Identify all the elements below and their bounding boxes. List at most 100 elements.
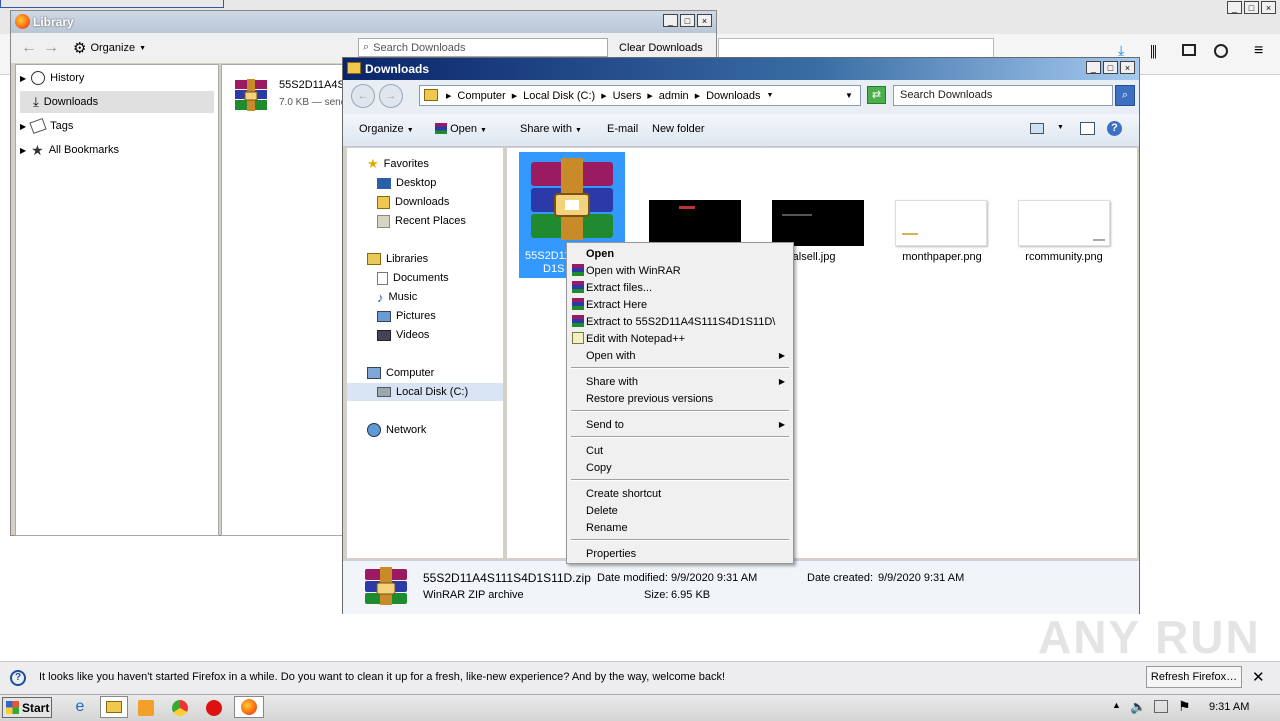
file-name[interactable]: monthpaper.png: [877, 251, 1007, 263]
back-arrow-icon[interactable]: ←: [21, 39, 37, 57]
breadcrumb-downloads[interactable]: Downloads: [706, 90, 760, 102]
breadcrumb-arrow-icon[interactable]: ▶: [695, 92, 700, 100]
nav-libraries[interactable]: Libraries: [367, 250, 428, 268]
minimize-button[interactable]: _: [663, 14, 678, 27]
view-icon[interactable]: [1030, 123, 1044, 134]
download-item-name[interactable]: 55S2D11A4S: [279, 79, 345, 91]
share-with-button[interactable]: Share with ▼: [520, 123, 582, 135]
nav-computer[interactable]: Computer: [367, 364, 434, 382]
nav-network[interactable]: Network: [367, 421, 426, 439]
menu-item-copy[interactable]: Copy: [569, 459, 791, 476]
close-button[interactable]: ×: [1261, 1, 1276, 14]
refresh-firefox-button[interactable]: Refresh Firefox…: [1146, 666, 1242, 688]
breadcrumb-users[interactable]: Users: [613, 90, 642, 102]
file-name[interactable]: rcommunity.png: [999, 251, 1129, 263]
breadcrumb-arrow-icon[interactable]: ▶: [446, 92, 451, 100]
menu-item-share-with[interactable]: Share with ▶: [569, 373, 791, 390]
open-button[interactable]: Open ▼: [435, 123, 487, 135]
library-search-input[interactable]: ⌕ Search Downloads: [358, 38, 608, 57]
menu-item-send-to[interactable]: Send to ▶: [569, 416, 791, 433]
file-item-monthpaper[interactable]: [895, 200, 987, 246]
menu-item-extract-to[interactable]: Extract to 55S2D11A4S111S4D1S11D\: [569, 313, 791, 330]
explorer-search-input[interactable]: Search Downloads: [893, 85, 1113, 106]
nav-favorites[interactable]: ★ Favorites: [367, 155, 429, 173]
minimize-button[interactable]: _: [1227, 1, 1242, 14]
email-button[interactable]: E-mail: [607, 123, 638, 135]
close-button[interactable]: ×: [1120, 61, 1135, 74]
nav-pictures[interactable]: Pictures: [377, 307, 436, 325]
preview-pane-icon[interactable]: [1080, 122, 1095, 135]
address-bar[interactable]: ▶ Computer ▶ Local Disk (C:) ▶ Users ▶ a…: [419, 85, 861, 106]
nav-recent-places[interactable]: Recent Places: [377, 212, 466, 230]
menu-item-open-with-winrar[interactable]: Open with WinRAR: [569, 262, 791, 279]
taskbar-firefox-button[interactable]: [234, 696, 264, 718]
organize-button[interactable]: Organize ▼: [359, 123, 414, 135]
opera-icon[interactable]: [206, 700, 222, 716]
menu-item-open[interactable]: Open: [569, 245, 791, 262]
breadcrumb-arrow-icon[interactable]: ▼: [767, 92, 774, 99]
menu-item-extract-files[interactable]: Extract files...: [569, 279, 791, 296]
internet-explorer-icon[interactable]: e: [70, 698, 90, 718]
nav-downloads[interactable]: Downloads: [377, 193, 449, 211]
menu-item-edit-notepad[interactable]: Edit with Notepad++: [569, 330, 791, 347]
menu-item-create-shortcut[interactable]: Create shortcut: [569, 485, 791, 502]
forward-arrow-icon[interactable]: →: [43, 39, 59, 57]
library-icon[interactable]: ⫼: [1150, 44, 1157, 61]
close-button[interactable]: ×: [697, 14, 712, 27]
file-item-dark-thumbnail[interactable]: [649, 200, 741, 246]
account-icon[interactable]: [1214, 44, 1228, 58]
clear-downloads-button[interactable]: Clear Downloads: [611, 38, 711, 57]
expand-arrow-icon[interactable]: ▶: [20, 146, 26, 155]
breadcrumb-local-disk[interactable]: Local Disk (C:): [523, 90, 595, 102]
media-player-icon[interactable]: [138, 700, 154, 716]
help-icon[interactable]: ?: [1107, 121, 1122, 136]
action-center-flag-icon[interactable]: ⚑: [1178, 698, 1191, 715]
new-folder-button[interactable]: New folder: [652, 123, 705, 135]
file-item-rcommunity[interactable]: [1018, 200, 1110, 246]
menu-item-open-with[interactable]: Open with ▶: [569, 347, 791, 364]
nav-documents[interactable]: Documents: [377, 269, 449, 287]
minimize-button[interactable]: _: [1086, 61, 1101, 74]
volume-icon[interactable]: 🔈: [1130, 699, 1146, 715]
chevron-down-icon[interactable]: ▼: [1057, 124, 1064, 131]
nav-music[interactable]: ♪ Music: [377, 288, 417, 306]
organize-button[interactable]: ⚙ Organize ▼: [73, 39, 146, 57]
breadcrumb-arrow-icon[interactable]: ▶: [512, 92, 517, 100]
menu-item-delete[interactable]: Delete: [569, 502, 791, 519]
address-dropdown-icon[interactable]: ▼: [845, 91, 853, 100]
maximize-button[interactable]: □: [1244, 1, 1259, 14]
breadcrumb-computer[interactable]: Computer: [457, 90, 505, 102]
tree-item-tags[interactable]: ▶ Tags: [20, 115, 214, 137]
search-icon[interactable]: ⌕: [1115, 85, 1135, 106]
tree-item-downloads[interactable]: ⤓ Downloads: [20, 91, 214, 113]
taskbar-explorer-button[interactable]: [100, 696, 128, 718]
refresh-icon[interactable]: ⇄: [867, 86, 886, 104]
expand-arrow-icon[interactable]: ▶: [20, 74, 26, 83]
menu-item-rename[interactable]: Rename: [569, 519, 791, 536]
back-button[interactable]: ←: [351, 84, 375, 108]
clock[interactable]: 9:31 AM: [1209, 701, 1249, 713]
tree-item-all-bookmarks[interactable]: ▶ ★ All Bookmarks: [20, 139, 214, 161]
expand-arrow-icon[interactable]: ▶: [20, 122, 26, 131]
nav-local-disk[interactable]: Local Disk (C:): [347, 383, 503, 401]
chrome-icon[interactable]: [172, 700, 188, 716]
menu-item-extract-here[interactable]: Extract Here: [569, 296, 791, 313]
menu-icon[interactable]: ≡: [1254, 42, 1263, 60]
close-icon[interactable]: ✕: [1252, 668, 1265, 686]
sidebar-icon[interactable]: [1182, 44, 1196, 56]
nav-videos[interactable]: Videos: [377, 326, 429, 344]
maximize-button[interactable]: □: [1103, 61, 1118, 74]
menu-item-cut[interactable]: Cut: [569, 442, 791, 459]
file-item-vidualsell[interactable]: [772, 200, 864, 246]
maximize-button[interactable]: □: [680, 14, 695, 27]
nav-desktop[interactable]: Desktop: [377, 174, 436, 192]
start-button[interactable]: Start: [2, 697, 52, 718]
menu-item-restore-previous[interactable]: Restore previous versions: [569, 390, 791, 407]
tree-item-history[interactable]: ▶ History: [20, 67, 214, 89]
network-tray-icon[interactable]: [1154, 700, 1168, 713]
show-hidden-icons-icon[interactable]: ▲: [1112, 700, 1121, 710]
breadcrumb-arrow-icon[interactable]: ▶: [647, 92, 652, 100]
breadcrumb-arrow-icon[interactable]: ▶: [601, 92, 606, 100]
menu-item-properties[interactable]: Properties: [569, 545, 791, 562]
forward-button[interactable]: →: [379, 84, 403, 108]
